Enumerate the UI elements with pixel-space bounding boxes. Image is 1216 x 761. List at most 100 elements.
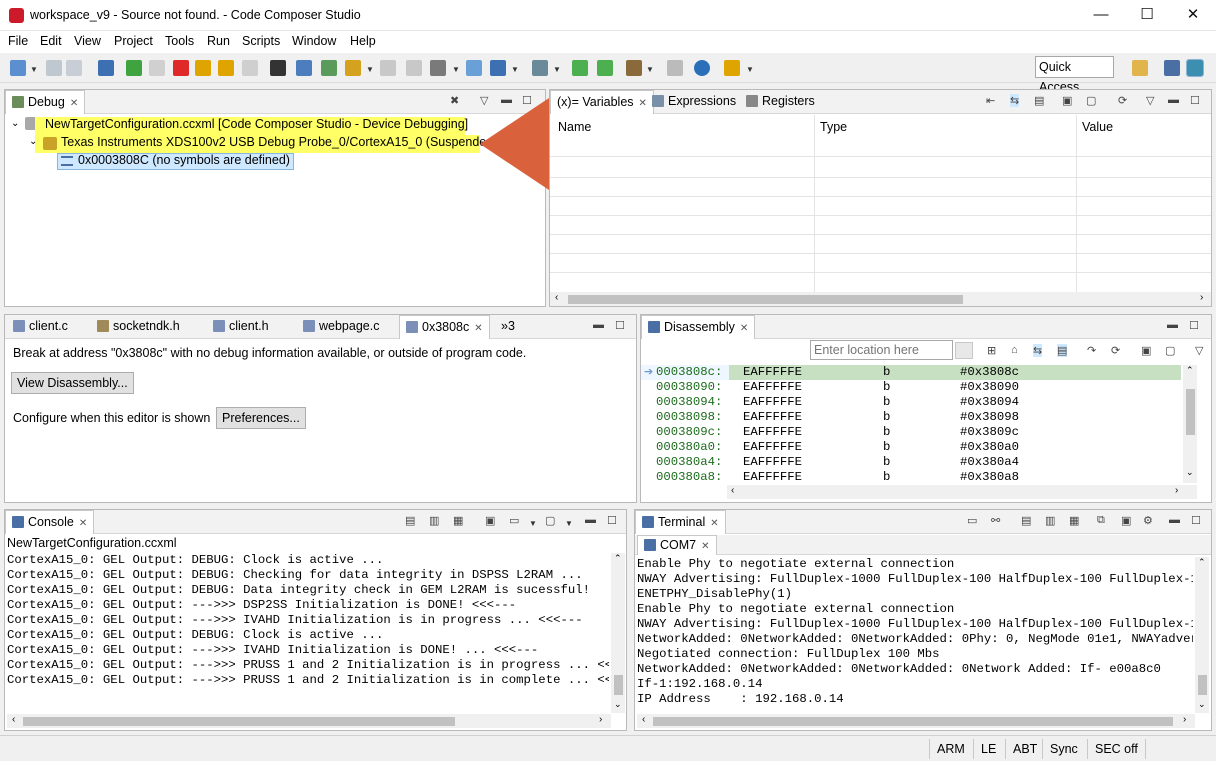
horizontal-scrollbar[interactable]: ‹ › (7, 714, 611, 728)
terminal-icon[interactable] (98, 60, 114, 76)
horizontal-scrollbar[interactable]: ‹ › (637, 714, 1195, 728)
probe-label[interactable]: Texas Instruments XDS100v2 USB Debug Pro… (61, 135, 497, 149)
terminal-output[interactable]: Enable Phy to negotiate external connect… (637, 557, 1193, 713)
scroll-thumb[interactable] (1198, 675, 1207, 695)
sync-icon[interactable]: ⇆ (1033, 344, 1043, 357)
scroll-thumb[interactable] (1186, 389, 1195, 435)
disassembly-row[interactable]: 00038094: EAFFFFFE b #0x38094 (656, 395, 1181, 410)
menu-view[interactable]: View (74, 34, 101, 48)
show-source-icon[interactable]: ▤ (1057, 344, 1068, 357)
save-icon[interactable] (46, 60, 62, 76)
minimize-view-icon[interactable]: ▬ (585, 514, 596, 526)
tab-console[interactable]: Console ✕ (5, 510, 95, 534)
settings-icon[interactable]: ⚙ (1143, 514, 1153, 527)
scroll-down-icon[interactable]: ⌄ (614, 699, 622, 710)
scroll-left-icon[interactable]: ‹ (642, 714, 645, 725)
new-icon[interactable] (10, 60, 26, 76)
chevron-down-icon[interactable]: ▼ (366, 65, 374, 74)
scroll-up-icon[interactable]: ⌃ (1198, 557, 1206, 568)
open-terminal-icon[interactable]: ▭ (967, 514, 977, 527)
close-icon[interactable]: ✕ (701, 541, 709, 552)
clipboard-icon[interactable] (667, 60, 683, 76)
scroll-thumb[interactable] (653, 717, 1173, 726)
minimize-view-icon[interactable]: ▬ (1168, 94, 1179, 106)
chevron-down-icon[interactable]: ▼ (553, 65, 561, 74)
profile-icon[interactable] (490, 60, 506, 76)
horizontal-scrollbar[interactable]: ‹ › (727, 485, 1197, 499)
scroll-down-icon[interactable]: ⌄ (1186, 467, 1194, 478)
menu-help[interactable]: Help (350, 34, 376, 48)
column-value[interactable]: Value (1082, 120, 1113, 134)
console-output[interactable]: CortexA15_0: GEL Output: DEBUG: Clock is… (7, 553, 609, 713)
pin-icon[interactable]: ▢ (1165, 344, 1175, 357)
scroll-thumb[interactable] (614, 675, 623, 695)
search-icon[interactable] (694, 60, 710, 76)
pin-console-icon[interactable]: ▣ (485, 514, 495, 527)
memory-grid-icon[interactable] (270, 60, 286, 76)
tab-0x3808c[interactable]: 0x3808c ✕ (399, 315, 490, 339)
pin-icon[interactable]: ▢ (1086, 94, 1096, 107)
close-icon[interactable]: ✕ (70, 98, 78, 109)
run-loop-icon[interactable] (597, 60, 613, 76)
column-name[interactable]: Name (558, 120, 591, 134)
scroll-left-icon[interactable]: ‹ (731, 485, 734, 496)
tab-client-h[interactable]: client.h (207, 315, 275, 339)
column-type[interactable]: Type (820, 120, 847, 134)
flash-icon[interactable] (430, 60, 446, 76)
scroll-right-icon[interactable]: › (1175, 485, 1178, 496)
word-wrap-icon[interactable]: ▦ (1069, 514, 1079, 527)
hammer-build-icon[interactable] (626, 60, 642, 76)
close-icon[interactable]: ✕ (710, 518, 718, 529)
scroll-thumb[interactable] (23, 717, 455, 726)
disconnect-icon[interactable]: ⚯ (991, 514, 1000, 527)
copy-icon[interactable]: ⧉ (1097, 514, 1105, 527)
expand-arrow-icon[interactable]: ⌄ (11, 118, 19, 129)
chevron-down-icon[interactable]: ▼ (746, 65, 754, 74)
location-input[interactable] (810, 340, 953, 360)
new-view-icon[interactable]: ▣ (1062, 94, 1072, 107)
word-wrap-icon[interactable]: ▦ (453, 514, 463, 527)
disassembly-row[interactable]: 0003808c: EAFFFFFE b #0x3808c (656, 365, 1181, 380)
view-disassembly-button[interactable]: View Disassembly... (11, 372, 134, 394)
tab-com7[interactable]: COM7 ✕ (637, 535, 717, 555)
scroll-left-icon[interactable]: ‹ (12, 714, 15, 725)
close-window-button[interactable]: ✕ (1170, 0, 1216, 31)
remove-terminated-icon[interactable]: ✖ (450, 94, 459, 107)
scroll-lock-icon[interactable]: ▥ (429, 514, 439, 527)
minimize-view-icon[interactable]: ▬ (593, 319, 604, 331)
chevron-down-icon[interactable]: ▼ (646, 65, 654, 74)
view-menu-icon[interactable]: ▽ (1146, 94, 1154, 107)
chevron-down-icon[interactable]: ▼ (565, 519, 573, 528)
horizontal-scrollbar[interactable]: ‹ › (550, 292, 1211, 306)
quick-access-field[interactable]: Quick Access (1035, 56, 1114, 94)
tab-expressions[interactable]: Expressions (646, 90, 742, 114)
open-console-icon[interactable]: ▢ (545, 514, 555, 527)
maximize-view-icon[interactable]: ☐ (607, 514, 617, 527)
scroll-down-icon[interactable]: ⌄ (1198, 699, 1206, 710)
load-program-icon[interactable] (345, 60, 361, 76)
disassembly-row[interactable]: 000380a4: EAFFFFFE b #0x380a4 (656, 455, 1181, 470)
minimize-view-icon[interactable]: ▬ (1169, 514, 1180, 526)
disassembly-row[interactable]: 00038090: EAFFFFFE b #0x38090 (656, 380, 1181, 395)
maximize-view-icon[interactable]: ☐ (1191, 514, 1201, 527)
home-icon[interactable]: ⌂ (1011, 344, 1018, 356)
chevron-down-icon[interactable]: ▼ (452, 65, 460, 74)
step-mode-icon[interactable]: ⟳ (1111, 344, 1120, 357)
maximize-view-icon[interactable]: ☐ (1189, 319, 1199, 332)
scroll-right-icon[interactable]: › (599, 714, 602, 725)
open-perspective-icon[interactable] (1132, 60, 1148, 76)
paste-icon[interactable]: ▣ (1121, 514, 1131, 527)
breakpoint-icon[interactable] (380, 60, 396, 76)
close-icon[interactable]: ✕ (79, 518, 87, 529)
stack-frame-label[interactable]: 0x0003808C (no symbols are defined) (78, 153, 290, 167)
scroll-thumb[interactable] (568, 295, 963, 304)
scroll-up-icon[interactable]: ⌃ (614, 553, 622, 564)
maximize-view-icon[interactable]: ☐ (1190, 94, 1200, 107)
run-next-icon[interactable] (572, 60, 588, 76)
disassembly-row[interactable]: 0003809c: EAFFFFFE b #0x3809c (656, 425, 1181, 440)
menu-window[interactable]: Window (292, 34, 336, 48)
tab-overflow[interactable]: »3 (495, 315, 521, 339)
close-icon[interactable]: ✕ (740, 323, 748, 334)
scroll-up-icon[interactable]: ⌃ (1186, 365, 1194, 376)
go-icon[interactable] (955, 342, 973, 359)
